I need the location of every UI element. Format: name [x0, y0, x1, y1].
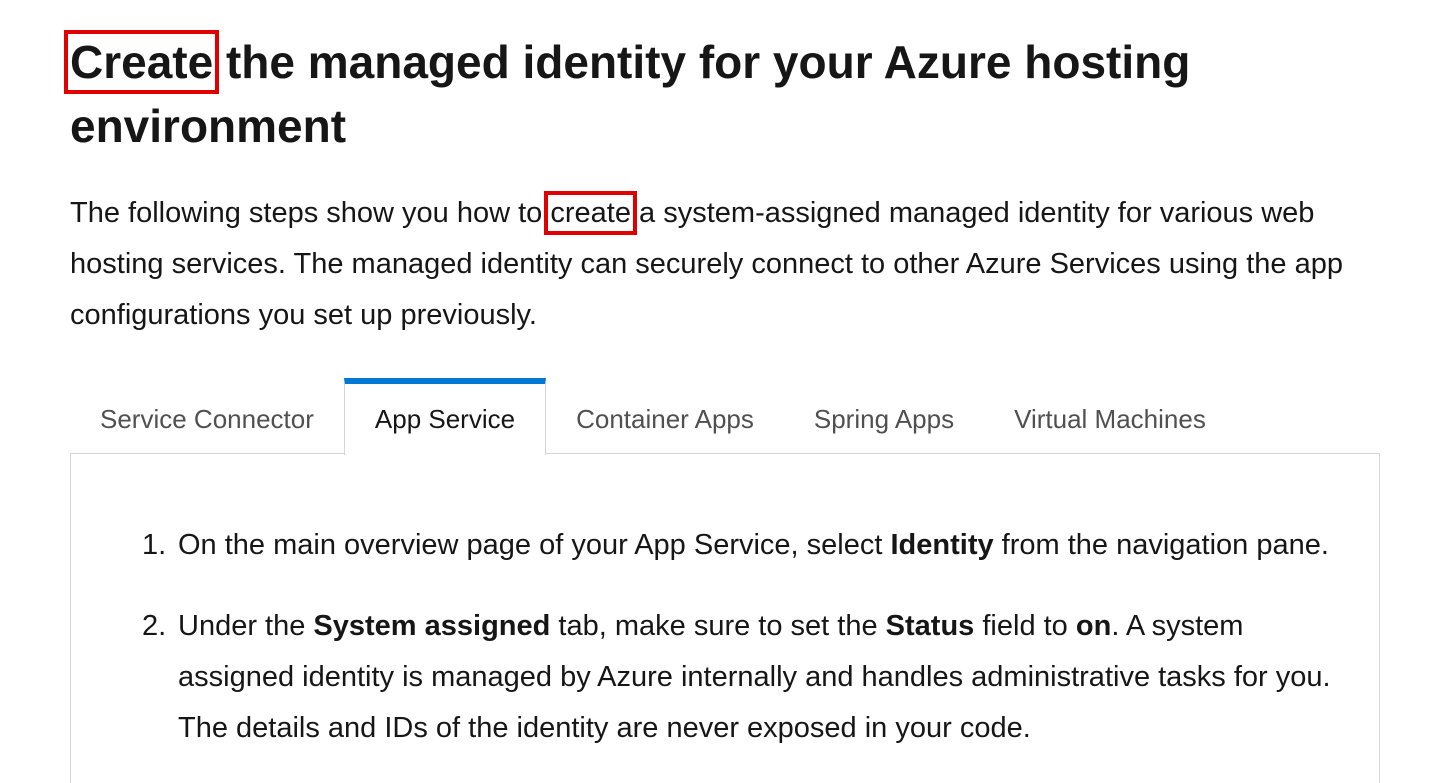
step-bold-text: System assigned: [313, 610, 551, 642]
tab-container-apps[interactable]: Container Apps: [546, 378, 784, 454]
step-number: 2.: [142, 610, 167, 642]
page-title-text: the managed identity for your Azure host…: [70, 36, 1191, 152]
step-text: tab, make sure to set the: [550, 610, 886, 642]
step-bold-text: Identity: [890, 529, 994, 561]
list-item: 1. On the main overview page of your App …: [142, 520, 1348, 571]
tab-virtual-machines[interactable]: Virtual Machines: [984, 378, 1236, 454]
intro-paragraph: The following steps show you how to crea…: [70, 188, 1390, 341]
step-bold-text: on: [1075, 610, 1112, 642]
tab-service-connector[interactable]: Service Connector: [70, 378, 344, 454]
step-text: from the navigation pane.: [993, 529, 1329, 561]
highlighted-title-word: Create: [63, 30, 220, 94]
step-text: Under the: [178, 610, 314, 642]
intro-text-before: The following steps show you how to: [70, 197, 551, 229]
highlighted-intro-word: create: [544, 191, 637, 235]
hosting-tabs: Service Connector App Service Container …: [70, 378, 1236, 455]
step-number: 1.: [142, 529, 167, 561]
list-item: 2. Under the System assigned tab, make su…: [142, 601, 1348, 754]
step-text: field to: [974, 610, 1076, 642]
tab-spring-apps[interactable]: Spring Apps: [784, 378, 984, 454]
page-title: Create the managed identity for your Azu…: [63, 30, 1370, 158]
step-text: On the main overview page of your App Se…: [178, 529, 891, 561]
steps-list: 1. On the main overview page of your App …: [142, 520, 1348, 783]
tab-app-service[interactable]: App Service: [343, 378, 547, 455]
step-bold-text: Status: [885, 610, 975, 642]
